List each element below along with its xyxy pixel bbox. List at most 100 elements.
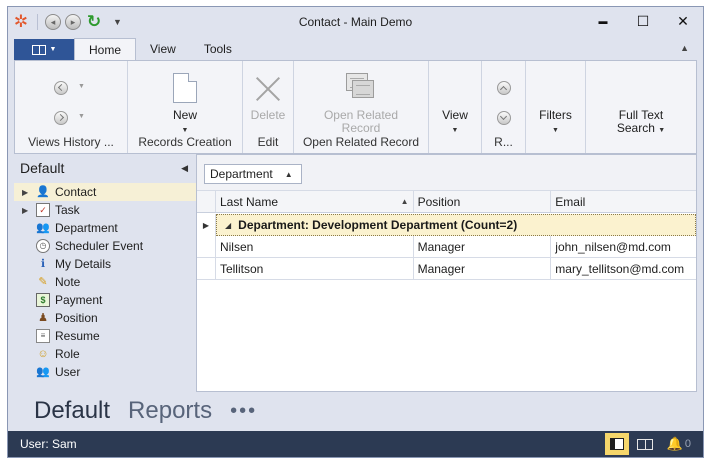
group-row[interactable]: ▶ ◢ Department: Development Department (… xyxy=(197,214,696,236)
next-record-icon[interactable] xyxy=(497,111,511,125)
view-button[interactable]: View xyxy=(429,109,481,122)
maximize-button[interactable]: ☐ xyxy=(623,7,663,35)
cell-email[interactable]: john_nilsen@md.com xyxy=(551,236,696,257)
chevron-down-icon[interactable]: ▼ xyxy=(552,127,559,134)
group-full-text-search: Full Text Search ▼ xyxy=(586,61,696,153)
group-open-related-record: Open Related Record Open Related Record xyxy=(294,61,429,153)
group-caption: Views History ... xyxy=(28,135,114,149)
expand-icon[interactable]: ▶ xyxy=(22,206,32,215)
group-by-department-chip[interactable]: Department ▲ xyxy=(204,164,302,184)
open-related-record-icon[interactable] xyxy=(346,73,376,103)
group-caption: R... xyxy=(494,135,513,149)
status-user: User: Sam xyxy=(20,437,77,451)
table-row[interactable]: Nilsen Manager john_nilsen@md.com xyxy=(197,236,696,258)
sidebar-item-resume[interactable]: ≡ Resume xyxy=(14,327,196,345)
row-indicator-icon: ▶ xyxy=(197,214,216,236)
cell-last-name[interactable]: Tellitson xyxy=(216,258,414,279)
full-text-search-label-2[interactable]: Search xyxy=(617,121,655,135)
nav-group-default[interactable]: Default xyxy=(34,397,110,425)
sort-ascending-icon: ▲ xyxy=(284,169,293,179)
nav-group-reports[interactable]: Reports xyxy=(128,397,212,425)
chevron-down-icon[interactable]: ▼ xyxy=(78,113,85,120)
group-filters: Filters ▼ xyxy=(526,61,586,153)
open-related-record-label-2[interactable]: Record xyxy=(294,122,428,135)
group-edit: Delete Edit xyxy=(243,61,294,153)
cell-position[interactable]: Manager xyxy=(414,236,552,257)
sidebar-item-label: Resume xyxy=(55,329,100,343)
sidebar-item-label: Role xyxy=(55,347,80,361)
application-menu-button[interactable]: ▼ xyxy=(14,39,74,60)
group-caption: Edit xyxy=(257,135,279,149)
sidebar-item-role[interactable]: ☺ Role xyxy=(14,345,196,363)
column-header-position[interactable]: Position xyxy=(414,191,552,212)
main-window: ✲ ◂ ▸ ↻ ▼ Contact - Main Demo ▬ ☐ ✕ ▼ Ho… xyxy=(7,6,704,458)
collapse-ribbon-icon[interactable]: ▲ xyxy=(680,43,689,53)
previous-record-icon[interactable] xyxy=(497,81,511,95)
sidebar-item-note[interactable]: ✎ Note xyxy=(14,273,196,291)
sidebar-item-payment[interactable]: $ Payment xyxy=(14,291,196,309)
history-forward-icon[interactable] xyxy=(54,111,68,125)
navigation-pane-icon xyxy=(609,438,624,450)
collapse-group-icon[interactable]: ◢ xyxy=(225,221,231,230)
sidebar-item-my-details[interactable]: ℹ My Details xyxy=(14,255,196,273)
cell-position[interactable]: Manager xyxy=(414,258,552,279)
tab-tools[interactable]: Tools xyxy=(190,38,246,60)
cell-email[interactable]: mary_tellitson@md.com xyxy=(551,258,696,279)
bell-icon: 🔔 xyxy=(666,436,683,451)
history-back-icon[interactable] xyxy=(54,81,68,95)
chevron-down-icon[interactable]: ▼ xyxy=(452,127,459,134)
note-icon: ✎ xyxy=(38,276,48,288)
sidebar-item-position[interactable]: ♟ Position xyxy=(14,309,196,327)
column-header-email[interactable]: Email xyxy=(551,191,696,212)
title-bar: ✲ ◂ ▸ ↻ ▼ Contact - Main Demo ▬ ☐ ✕ xyxy=(8,7,703,37)
tab-view[interactable]: View xyxy=(136,38,190,60)
chevron-down-icon[interactable]: ▼ xyxy=(658,127,665,134)
toggle-reading-pane-button[interactable] xyxy=(633,433,657,455)
cell-last-name[interactable]: Nilsen xyxy=(216,236,414,257)
sidebar-item-department[interactable]: 👥 Department xyxy=(14,219,196,237)
minimize-button[interactable]: ▬ xyxy=(583,7,623,35)
more-icon[interactable]: ••• xyxy=(230,400,257,423)
qat-separator xyxy=(37,14,38,30)
sidebar-item-contact[interactable]: ▶ 👤 Contact xyxy=(14,183,196,201)
column-header-last-name[interactable]: Last Name ▲ xyxy=(216,191,414,212)
book-icon xyxy=(636,438,653,450)
ribbon-panel: ▼ ▼ Views History ... New ▼ Records Crea… xyxy=(14,60,697,154)
delete-button[interactable]: Delete xyxy=(243,109,293,122)
back-icon[interactable]: ◂ xyxy=(45,14,61,30)
chevron-down-icon[interactable]: ▼ xyxy=(182,127,189,134)
app-gear-icon[interactable]: ✲ xyxy=(12,13,30,31)
table-row[interactable]: Tellitson Manager mary_tellitson@md.com xyxy=(197,258,696,280)
chevron-down-icon: ▼ xyxy=(49,46,57,53)
sidebar-item-task[interactable]: ▶ ✓ Task xyxy=(14,201,196,219)
new-button[interactable]: New xyxy=(128,109,242,122)
delete-icon[interactable] xyxy=(253,73,283,103)
sidebar-item-label: Position xyxy=(55,311,98,325)
sidebar-item-user[interactable]: 👥 User xyxy=(14,363,196,381)
group-caption: Records Creation xyxy=(138,135,232,149)
customize-qat-icon[interactable]: ▼ xyxy=(113,17,122,27)
navigation-list: ▶ 👤 Contact ▶ ✓ Task 👥 Department ◷ Sche… xyxy=(14,183,196,381)
tab-home[interactable]: Home xyxy=(74,38,137,61)
group-caption: Open Related Record xyxy=(302,135,420,149)
group-view: View ▼ xyxy=(429,61,482,153)
filters-button[interactable]: Filters xyxy=(526,109,585,122)
sidebar-item-label: Note xyxy=(55,275,81,289)
group-records-navigation: R... xyxy=(482,61,526,153)
chevron-down-icon[interactable]: ▼ xyxy=(78,83,85,90)
expand-icon[interactable]: ▶ xyxy=(22,188,32,197)
user-icon: 👥 xyxy=(36,366,50,378)
refresh-icon[interactable]: ↻ xyxy=(85,13,103,31)
sort-ascending-icon: ▲ xyxy=(400,197,409,206)
group-row-label: Department: Development Department (Coun… xyxy=(238,218,518,232)
toggle-navigation-pane-button[interactable] xyxy=(604,433,629,455)
notifications-button[interactable]: 🔔 0 xyxy=(661,433,697,455)
task-icon: ✓ xyxy=(36,203,50,217)
sidebar-item-label: User xyxy=(55,365,81,379)
forward-icon[interactable]: ▸ xyxy=(65,14,81,30)
minimize-icon: ▬ xyxy=(598,16,608,26)
close-button[interactable]: ✕ xyxy=(663,7,703,35)
collapse-sidebar-icon[interactable]: ◀ xyxy=(181,163,188,174)
new-document-icon[interactable] xyxy=(173,73,197,103)
sidebar-item-scheduler-event[interactable]: ◷ Scheduler Event xyxy=(14,237,196,255)
